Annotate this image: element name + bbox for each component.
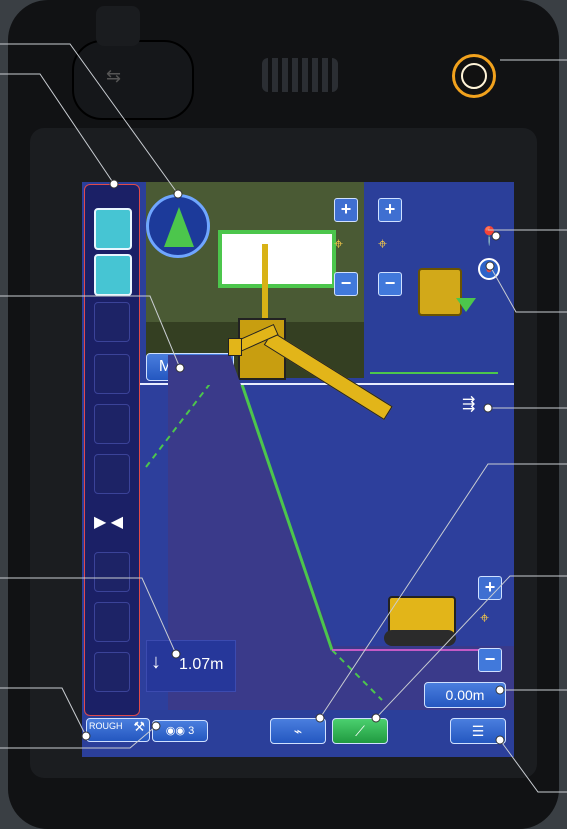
callout-1 — [0, 43, 179, 195]
callout-12 — [375, 575, 567, 719]
callout-lines — [0, 43, 567, 793]
callout-dot-9 — [483, 403, 493, 413]
callout-dot-12 — [495, 685, 505, 695]
callout-4 — [0, 577, 177, 655]
callout-dot-1 — [173, 189, 183, 199]
callout-dot-6 — [151, 721, 161, 731]
callout-dot-5 — [81, 731, 91, 741]
callout-dot-11 — [371, 713, 381, 723]
callout-dot-4 — [171, 649, 181, 659]
callout-dot-2 — [109, 179, 119, 189]
callout-3 — [0, 295, 181, 369]
callout-11 — [319, 463, 567, 719]
callout-dot-8 — [485, 261, 495, 271]
callout-dot-7 — [491, 231, 501, 241]
callout-dot-3 — [175, 363, 185, 373]
callout-6 — [0, 725, 157, 749]
callout-9 — [489, 265, 567, 313]
callout-5 — [0, 687, 87, 737]
callout-dot-10 — [315, 713, 325, 723]
callout-dot-13 — [495, 735, 505, 745]
callout-2 — [0, 73, 115, 185]
callout-14 — [499, 739, 567, 793]
